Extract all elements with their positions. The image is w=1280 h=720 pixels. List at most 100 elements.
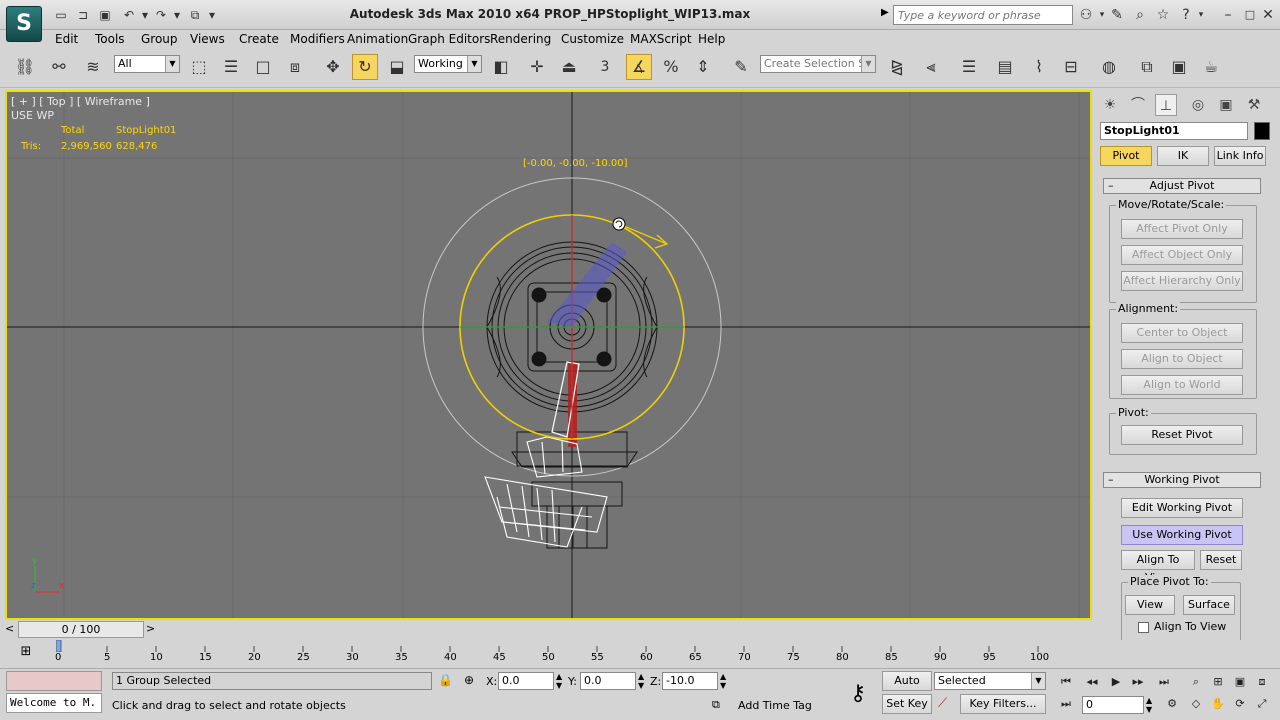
menu-maxscript[interactable]: MAXScript	[630, 32, 692, 46]
hierarchy-tab-icon[interactable]: ⊥	[1155, 94, 1177, 116]
time-slider[interactable]: 0 / 100	[18, 621, 144, 638]
rectangular-selection-icon[interactable]: □	[250, 54, 276, 80]
auto-key-button[interactable]: Auto Key	[882, 671, 932, 705]
y-spinner-icon[interactable]: ▲ ▼	[638, 672, 644, 690]
curve-editor-icon[interactable]: ⌇	[1026, 54, 1052, 80]
z-coordinate-field[interactable]: -10.0	[662, 672, 718, 690]
new-file-icon[interactable]: ▭	[52, 6, 70, 24]
selected-arm[interactable]	[551, 361, 580, 447]
viewport-top[interactable]: [ + ] [ Top ] [ Wireframe ] USE WP Total…	[5, 90, 1092, 620]
subscription-icon[interactable]: ✎	[1107, 5, 1127, 25]
redo-icon[interactable]: ↷	[152, 6, 170, 24]
favorites-star-icon[interactable]: ☆	[1153, 5, 1173, 25]
time-slider-next-icon[interactable]: >	[146, 622, 158, 635]
percent-snap-icon[interactable]: %	[658, 54, 684, 80]
maximize-viewport-icon[interactable]: ⤢	[1252, 695, 1272, 713]
motion-tab-icon[interactable]: ◎	[1187, 94, 1209, 116]
render-setup-icon[interactable]: ⧉	[1134, 54, 1160, 80]
keyboard-shortcut-override-icon[interactable]: ⏏	[556, 54, 582, 80]
graphite-modeling-tools-icon[interactable]: ▤	[992, 54, 1018, 80]
menu-help[interactable]: Help	[698, 32, 725, 46]
place-pivot-view-button[interactable]: View	[1125, 595, 1175, 615]
time-configuration-icon[interactable]: ⚙	[1162, 695, 1182, 713]
adjust-pivot-rollout[interactable]: – Adjust Pivot	[1103, 178, 1261, 194]
menu-rendering[interactable]: Rendering	[490, 32, 551, 46]
menu-graph-editors[interactable]: Graph Editors	[408, 32, 490, 46]
open-file-icon[interactable]: ⊐	[74, 6, 92, 24]
select-manipulate-icon[interactable]: ✛	[524, 54, 550, 80]
zoom-extents-all-icon[interactable]: ⧈	[1252, 673, 1272, 691]
select-by-name-icon[interactable]: ☰	[218, 54, 244, 80]
key-icon[interactable]: ⚷	[838, 677, 878, 711]
object-name-field[interactable]: StopLight01	[1100, 122, 1248, 140]
schematic-view-icon[interactable]: ⊟	[1058, 54, 1084, 80]
snaps-toggle-icon[interactable]: 3	[592, 54, 618, 80]
reference-coordinate-system-dropdown[interactable]: Working ▼	[414, 55, 482, 73]
menu-views[interactable]: Views	[190, 32, 225, 46]
close-icon[interactable]: ✕	[1258, 5, 1278, 25]
link-icon[interactable]: ⛓	[12, 54, 38, 80]
pivot-tab-button[interactable]: Pivot	[1100, 146, 1152, 166]
menu-edit[interactable]: Edit	[55, 32, 78, 46]
selected-lamp-cage[interactable]	[484, 436, 608, 548]
quick-access-dropdown-icon[interactable]: ▾	[206, 6, 218, 24]
align-to-object-button[interactable]: Align to Object	[1121, 349, 1243, 369]
named-selection-sets-dropdown[interactable]: Create Selection Se ▼	[760, 55, 876, 73]
selection-filter-dropdown[interactable]: All ▼	[114, 55, 180, 73]
y-coordinate-field[interactable]: 0.0	[580, 672, 636, 690]
select-and-scale-icon[interactable]: ⬓	[384, 54, 410, 80]
modify-tab-icon[interactable]: ⌒	[1127, 94, 1149, 116]
key-filters-button[interactable]: Key Filters...	[960, 694, 1046, 714]
zoom-icon[interactable]: ⌕	[1186, 673, 1206, 691]
viewport-canvas[interactable]	[7, 92, 1090, 618]
link-info-tab-button[interactable]: Link Info	[1214, 146, 1266, 166]
working-pivot-rollout[interactable]: – Working Pivot	[1103, 472, 1261, 488]
unlink-icon[interactable]: ⚯	[46, 54, 72, 80]
add-time-tag-button[interactable]: Add Time Tag	[738, 699, 812, 712]
maximize-icon[interactable]: □	[1240, 5, 1260, 25]
mirror-icon[interactable]: ⧎	[884, 54, 910, 80]
play-icon[interactable]: ▶	[1106, 673, 1126, 691]
binoculars-icon[interactable]: ⚇	[1076, 5, 1096, 25]
menu-group[interactable]: Group	[141, 32, 178, 46]
menu-tools[interactable]: Tools	[95, 32, 125, 46]
zoom-extents-icon[interactable]: ▣	[1230, 673, 1250, 691]
object-color-swatch[interactable]	[1254, 122, 1270, 140]
field-of-view-icon[interactable]: ◇	[1186, 695, 1206, 713]
select-and-move-icon[interactable]: ✥	[320, 54, 346, 80]
search-dropdown-icon[interactable]: ▾	[1097, 5, 1107, 25]
menu-customize[interactable]: Customize	[561, 32, 624, 46]
edit-named-selection-icon[interactable]: ✎	[728, 54, 754, 80]
angle-snap-icon[interactable]: ∡	[626, 54, 652, 80]
affect-object-only-button[interactable]: Affect Object Only	[1121, 245, 1243, 265]
align-icon[interactable]: ⫷	[918, 54, 944, 80]
search-expand-icon[interactable]: ▶	[881, 7, 889, 18]
edit-working-pivot-button[interactable]: Edit Working Pivot	[1121, 498, 1243, 518]
align-to-view-checkbox[interactable]	[1138, 622, 1149, 633]
set-key-button[interactable]: Set Key	[882, 694, 932, 714]
create-tab-icon[interactable]: ☀	[1099, 94, 1121, 116]
maxscript-mini-listener[interactable]: Welcome to M.	[6, 693, 102, 713]
align-to-view-button[interactable]: Align To View	[1121, 550, 1195, 584]
menu-modifiers[interactable]: Modifiers	[290, 32, 345, 46]
communication-center-icon[interactable]: ⌕	[1130, 5, 1150, 25]
project-folder-icon[interactable]: ⧉	[186, 6, 204, 24]
rendered-frame-window-icon[interactable]: ▣	[1166, 54, 1192, 80]
absolute-mode-icon[interactable]: ⊕	[464, 673, 474, 687]
use-working-pivot-button[interactable]: Use Working Pivot	[1121, 525, 1243, 545]
reset-pivot-button[interactable]: Reset Pivot	[1121, 425, 1243, 445]
window-crossing-icon[interactable]: ⧈	[282, 54, 308, 80]
undo-icon[interactable]: ↶	[120, 6, 138, 24]
time-slider-prev-icon[interactable]: <	[5, 622, 17, 635]
display-tab-icon[interactable]: ▣	[1215, 94, 1237, 116]
material-editor-icon[interactable]: ◍	[1096, 54, 1122, 80]
search-input[interactable]	[893, 5, 1073, 25]
layer-manager-icon[interactable]: ☰	[956, 54, 982, 80]
render-production-icon[interactable]: ☕	[1198, 54, 1224, 80]
lock-selection-icon[interactable]: 🔒	[438, 673, 453, 687]
mini-curve-editor-icon[interactable]: ⊞	[16, 644, 36, 662]
default-in-out-tangents-icon[interactable]: ⟋	[938, 696, 947, 711]
zoom-all-icon[interactable]: ⊞	[1208, 673, 1228, 691]
time-tag-icon[interactable]: ⧉	[712, 698, 720, 712]
menu-create[interactable]: Create	[239, 32, 279, 46]
